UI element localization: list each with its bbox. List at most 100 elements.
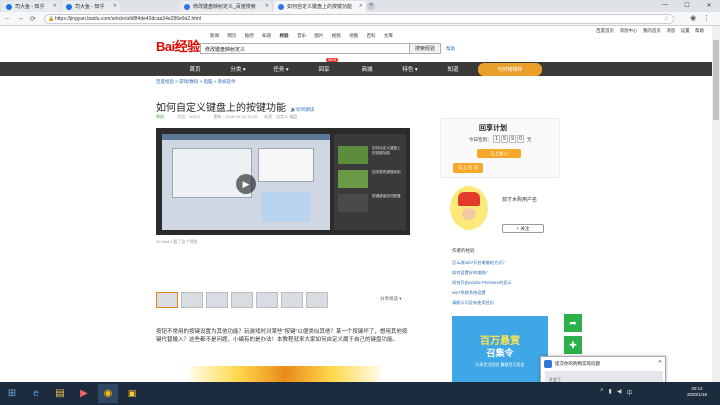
baidu-jingyan-logo[interactable]: Bai经验 — [156, 36, 200, 55]
help-link[interactable]: 帮助 — [446, 46, 455, 52]
play-icon[interactable]: ▶ — [236, 174, 256, 194]
follow-label: + 关注 — [516, 225, 530, 231]
nav-link-map[interactable]: 地图 — [349, 33, 358, 38]
listen-button[interactable]: 🔊听听朗读 — [291, 107, 315, 112]
nav-link-zhidao[interactable]: 知道 — [262, 33, 271, 38]
new-badge: NEW — [326, 58, 339, 62]
nav-mall[interactable]: 商城 — [347, 62, 387, 76]
close-tab-icon[interactable]: ✕ — [265, 3, 269, 9]
join-button[interactable]: 马上加入 — [477, 149, 521, 158]
link-message-center[interactable]: 消息中心 — [619, 28, 637, 33]
counter-digit: 5 — [501, 135, 508, 143]
forward-icon[interactable]: → — [17, 15, 24, 22]
browser-tab[interactable]: 修改键盘映射定义_百度搜索 ✕ — [180, 1, 272, 12]
link-messages[interactable]: 消息 — [666, 28, 675, 33]
browser-tab[interactable]: 司大鱼 - 知乎 ✕ — [2, 1, 60, 12]
link-baidu-home[interactable]: 百度首页 — [596, 28, 614, 33]
start-icon[interactable]: ⊞ — [2, 384, 22, 403]
nav-link-jingyan[interactable]: 经验 — [280, 33, 289, 38]
related-title[interactable]: 如何自定义键盘上的按键功能 — [372, 146, 404, 155]
back-icon[interactable]: ← — [4, 15, 11, 22]
list-item[interactable]: win7系统系统设置 — [452, 288, 552, 298]
nav-link-wenku[interactable]: 文库 — [384, 33, 393, 38]
close-tab-icon[interactable]: ✕ — [53, 3, 57, 9]
reload-icon[interactable]: ⟳ — [30, 15, 36, 23]
step-thumb[interactable] — [231, 292, 253, 308]
step-thumb[interactable] — [306, 292, 328, 308]
chrome-icon[interactable]: ◉ — [98, 384, 118, 403]
browser-tab-active[interactable]: 如何自定义键盘上的按键功能 ✕ — [274, 1, 366, 12]
list-item[interactable]: 如何设置好的电脑？ — [452, 268, 552, 278]
step-thumb[interactable] — [281, 292, 303, 308]
volume-icon[interactable]: ◀ — [617, 388, 622, 397]
link-my-home[interactable]: 我的首页 — [643, 28, 661, 33]
share-plan-card: 回享计划 今日签到： 1 5 9 0 元 马上加入 马上 问 答 — [440, 118, 560, 178]
step-thumb[interactable] — [206, 292, 228, 308]
app-icon[interactable]: ▣ — [122, 384, 142, 403]
scrollbar-thumb[interactable] — [713, 40, 719, 120]
nav-zhidao[interactable]: 知道 — [433, 62, 473, 76]
related-thumb[interactable] — [338, 146, 368, 164]
follow-button[interactable]: + 关注 — [502, 224, 544, 233]
close-tab-icon[interactable]: ✕ — [359, 3, 363, 9]
step-thumb[interactable] — [256, 292, 278, 308]
media-icon[interactable]: ▶ — [74, 384, 94, 403]
qa-button[interactable]: 马上 问 答 — [453, 163, 483, 173]
menu-icon[interactable]: ⋮ — [703, 14, 710, 22]
page-content: 百度首页 消息中心 我的首页 消息 设置 帮助 Bai经验 新闻 网页 贴吧 知… — [0, 26, 712, 382]
link-settings[interactable]: 设置 — [681, 28, 690, 33]
close-icon[interactable]: ✕ — [658, 359, 662, 365]
nav-task[interactable]: 任务 ▾ — [261, 62, 301, 76]
new-tab-icon[interactable]: + — [367, 2, 375, 10]
related-thumb[interactable] — [338, 170, 368, 188]
related-title[interactable]: 如何更改键盘映射 — [372, 170, 404, 175]
tray-chevron-icon[interactable]: ˄ — [600, 388, 604, 397]
maximize-icon[interactable]: ☐ — [676, 0, 698, 10]
nav-link-image[interactable]: 图片 — [314, 33, 323, 38]
windows-taskbar: ⊞ e ▤ ▶ ◉ ▣ ˄ ▮ ◀ 中 20:12 2020/1/18 — [0, 382, 720, 405]
url-input[interactable]: 🔒 https://jingyan.baidu.com/article/afd8… — [44, 14, 674, 24]
close-window-icon[interactable]: ✕ — [698, 0, 720, 10]
meta-tags[interactable]: 标签：自定义 键盘 — [264, 114, 297, 119]
avatar[interactable] — [450, 186, 488, 230]
related-thumb[interactable] — [338, 194, 368, 212]
folder-icon[interactable]: ▤ — [50, 384, 70, 403]
promo-banner[interactable]: 与时常相伴 — [478, 63, 542, 76]
video-player[interactable]: ▶ 如何自定义键盘上的按键功能 如何更改键盘映射 按键键盘如何配置 — [156, 128, 410, 235]
video-frame: ▶ — [162, 134, 330, 230]
browser-tab[interactable]: 司大鱼 - 知乎 ✕ — [62, 1, 120, 12]
nav-link-video[interactable]: 视频 — [332, 33, 341, 38]
breadcrumb[interactable]: 百度经验 > 游戏/数码 > 电脑 > 系统软件 — [156, 79, 236, 85]
input-method-icon[interactable]: 中 — [626, 388, 632, 397]
search-button[interactable]: 搜索经验 — [409, 43, 441, 54]
star-icon[interactable]: ☆ — [664, 15, 669, 22]
write-icon[interactable]: ✚ — [564, 336, 582, 354]
list-item[interactable]: 怎么改win7开启电脑的方式？ — [452, 258, 552, 268]
related-title[interactable]: 按键键盘如何配置 — [372, 194, 404, 199]
step-thumb[interactable] — [156, 292, 178, 308]
nav-link-web[interactable]: 网页 — [227, 33, 236, 38]
step-thumb[interactable] — [181, 292, 203, 308]
account-icon[interactable]: ◉ — [690, 14, 696, 22]
nav-link-news[interactable]: 新闻 — [210, 33, 219, 38]
nav-featured[interactable]: 特色 ▾ — [390, 62, 430, 76]
ad-banner[interactable]: 百万悬赏 召集令 分享生活经验 赢取百万奖金 — [452, 316, 548, 382]
nav-home[interactable]: 首页 — [175, 62, 215, 76]
link-help[interactable]: 帮助 — [695, 28, 704, 33]
close-tab-icon[interactable]: ✕ — [113, 3, 117, 9]
nav-share[interactable]: 回享 NEW — [304, 58, 344, 76]
list-item[interactable]: 请能公司没有使用经历 — [452, 298, 552, 308]
author-name[interactable]: 叔才木购用户名 — [502, 196, 537, 203]
nav-link-baike[interactable]: 百科 — [367, 33, 376, 38]
ie-icon[interactable]: e — [26, 384, 46, 403]
share-dropdown[interactable]: 分享阅读 ▾ — [380, 296, 402, 302]
nav-link-tieba[interactable]: 贴吧 — [245, 33, 254, 38]
search-input[interactable]: 修改键盘映射定义 — [200, 43, 410, 54]
nav-link-music[interactable]: 音乐 — [297, 33, 306, 38]
share-icon[interactable]: ➦ — [564, 314, 582, 332]
clock[interactable]: 20:12 2020/1/18 — [680, 386, 714, 398]
nav-category[interactable]: 分类 ▾ — [218, 62, 258, 76]
network-icon[interactable]: ▮ — [609, 388, 612, 397]
list-item[interactable]: 如何开启Adobe Premiere的显示 — [452, 278, 552, 288]
minimize-icon[interactable]: — — [654, 0, 676, 10]
